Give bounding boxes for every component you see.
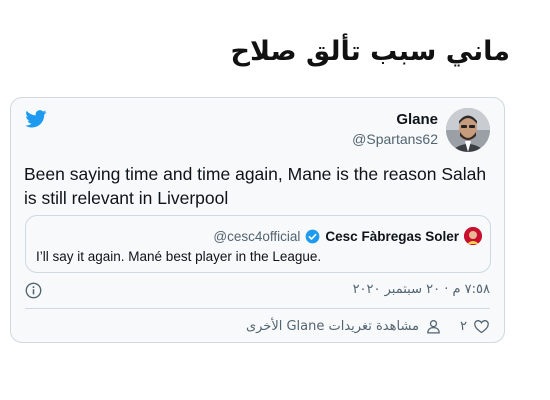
quoted-author-avatar <box>464 227 482 245</box>
quoted-tweet-header: @cesc4official Cesc Fàbregas Soler <box>213 227 482 245</box>
author-info[interactable]: Glane @Spartans62 <box>352 111 438 147</box>
quoted-author-handle: @cesc4official <box>213 228 301 244</box>
info-icon[interactable] <box>25 282 42 299</box>
like-button[interactable]: ٢ <box>460 318 490 335</box>
author-handle[interactable]: @Spartans62 <box>352 131 438 147</box>
person-icon <box>427 320 440 334</box>
tweet-timestamp[interactable]: ٧:٥٨ م · ٢٠ سبتمبر ٢٠٢٠ <box>353 282 490 297</box>
author-avatar[interactable] <box>446 108 490 152</box>
embedded-tweet-card[interactable]: Glane @Spartans62 Been saying time and t… <box>10 97 505 343</box>
twitter-bird-icon[interactable] <box>25 110 47 128</box>
divider <box>25 308 490 309</box>
article-headline: ماني سبب تألق صلاح <box>230 36 510 67</box>
tweet-actions: ٢ مشاهدة تغريدات Glane الأخرى <box>246 318 490 335</box>
quoted-author-name: Cesc Fàbregas Soler <box>325 228 459 244</box>
quoted-tweet-text: I’ll say it again. Mané best player in t… <box>36 249 322 264</box>
like-count: ٢ <box>460 319 467 334</box>
heart-icon[interactable] <box>473 318 490 335</box>
tweet-text: Been saying time and time again, Mane is… <box>24 164 487 208</box>
quoted-tweet[interactable]: @cesc4official Cesc Fàbregas Soler I’ll … <box>25 215 491 273</box>
verified-badge-icon <box>306 229 320 243</box>
author-name[interactable]: Glane <box>352 111 438 128</box>
see-more-tweets-label[interactable]: مشاهدة تغريدات Glane الأخرى <box>246 319 419 334</box>
see-more-tweets-link[interactable]: مشاهدة تغريدات Glane الأخرى <box>246 318 442 335</box>
